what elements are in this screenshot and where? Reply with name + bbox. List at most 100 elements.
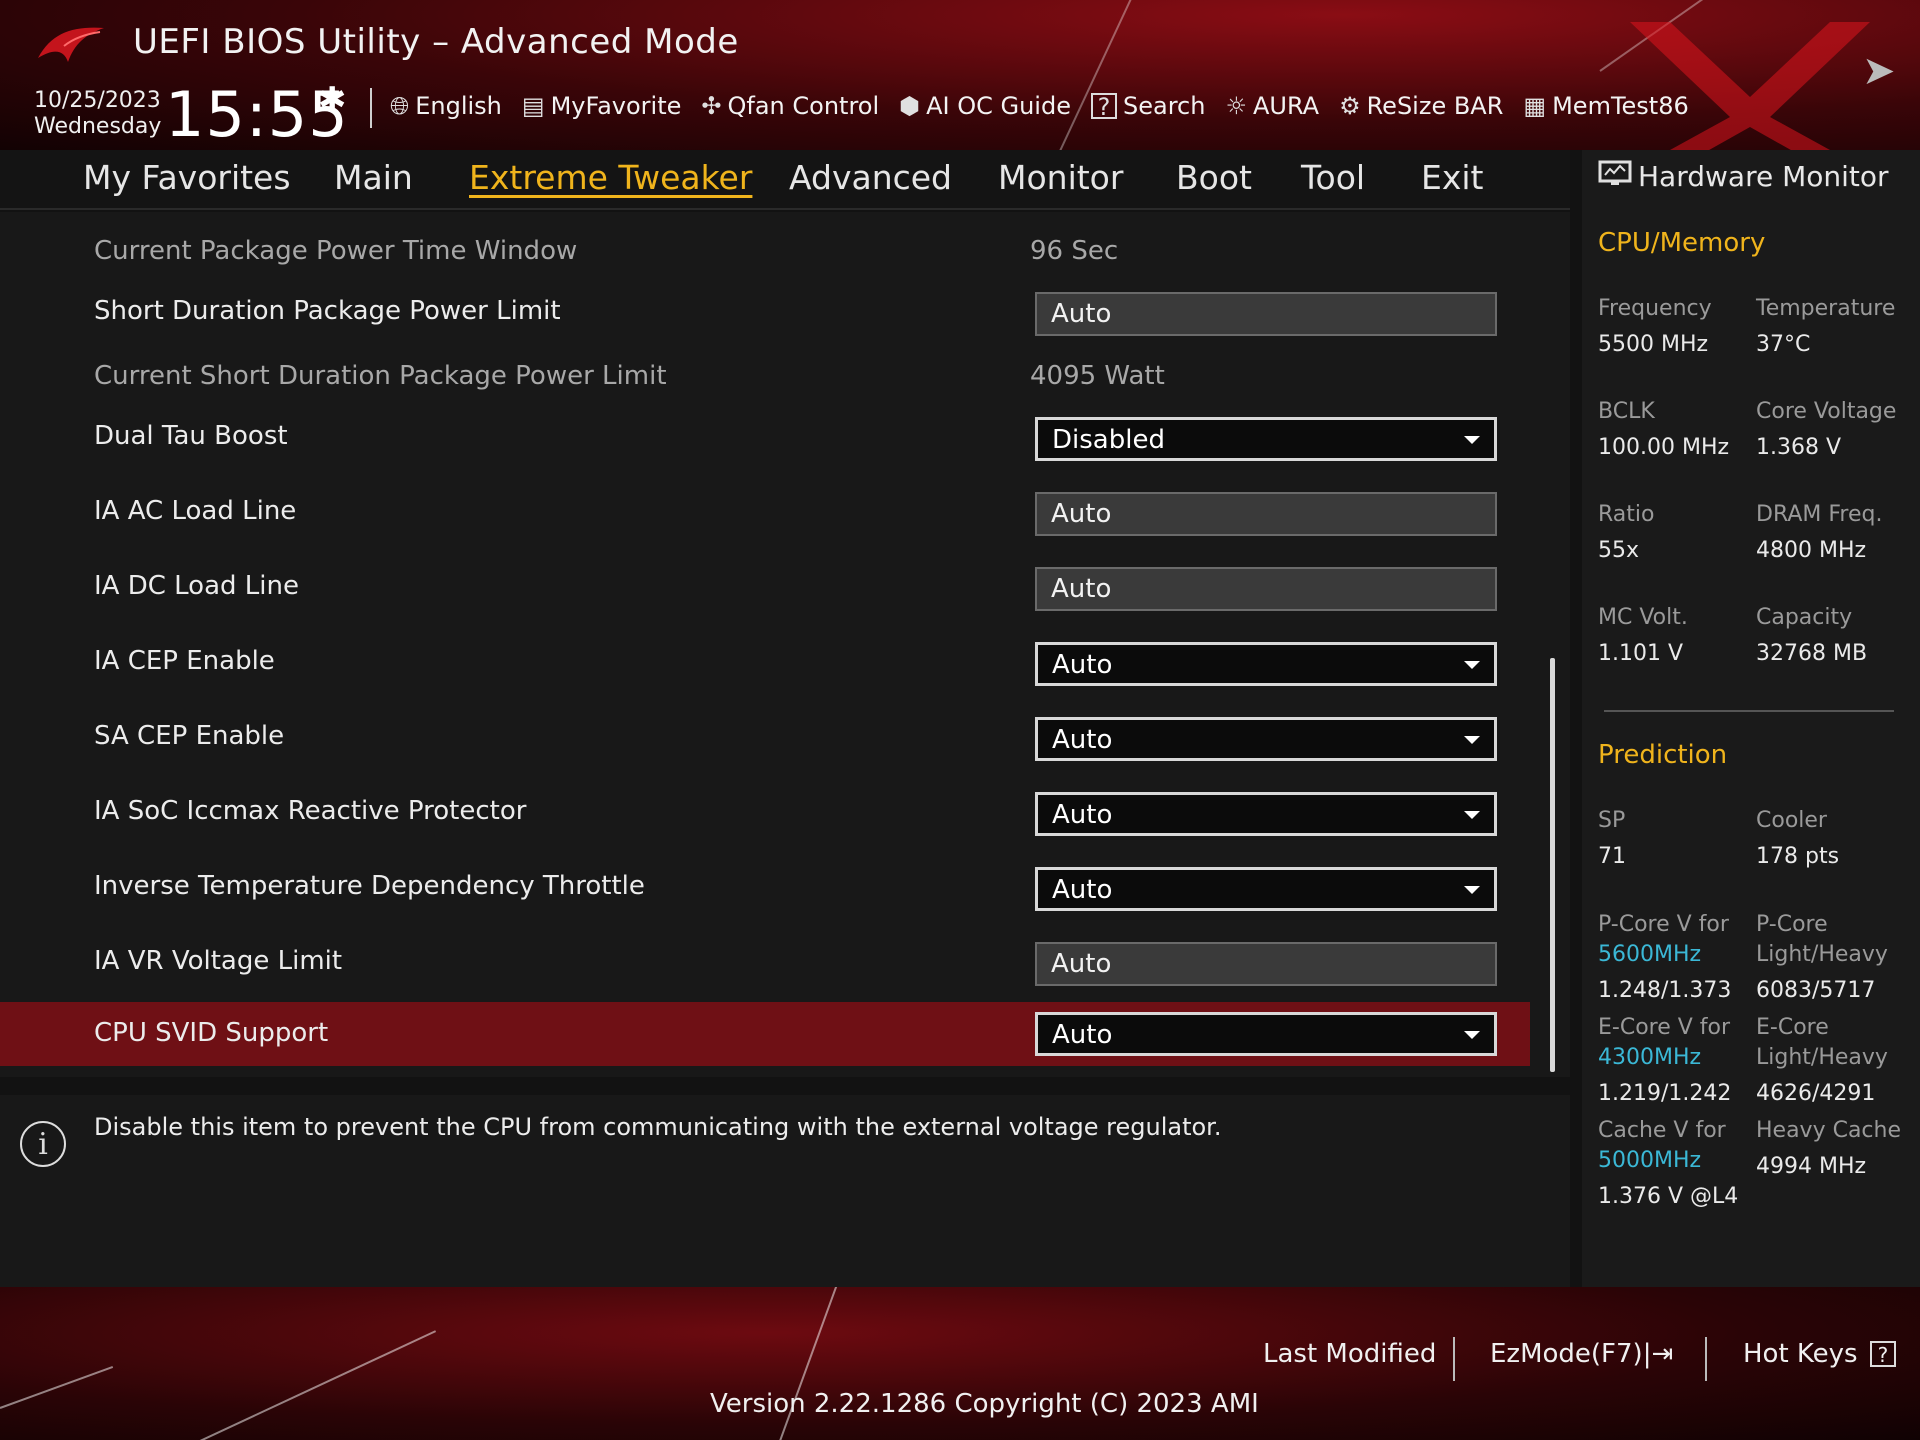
tab-tool[interactable]: Tool	[1301, 158, 1365, 197]
ecore-v-label: E-Core V for	[1598, 1015, 1731, 1040]
sa-cep-enable-select[interactable]: Auto	[1035, 717, 1497, 761]
inverse-temp-throttle-select[interactable]: Auto	[1035, 867, 1497, 911]
chevron-down-icon	[1464, 736, 1480, 744]
help-icon: ?	[1869, 1341, 1896, 1367]
ia-dc-load-line-input[interactable]: Auto	[1035, 567, 1497, 611]
ecore-lh-sublabel: Light/Heavy	[1756, 1045, 1888, 1070]
setting-row-ia-cep-enable[interactable]: IA CEP Enable Auto	[0, 632, 1530, 694]
setting-row-dual-tau-boost[interactable]: Dual Tau Boost Disabled	[0, 407, 1530, 469]
watermark-logo	[1630, 22, 1870, 150]
chevron-down-icon	[1464, 436, 1480, 444]
qfan-control-button[interactable]: ✣ Qfan Control	[701, 92, 879, 120]
tab-advanced[interactable]: Advanced	[789, 158, 952, 197]
short-duration-power-limit-input[interactable]: Auto	[1035, 292, 1497, 336]
hot-keys-label: Hot Keys	[1743, 1339, 1858, 1369]
select-value: Auto	[1052, 800, 1113, 830]
ia-vr-voltage-limit-input[interactable]: Auto	[1035, 942, 1497, 986]
setting-label: IA AC Load Line	[94, 496, 297, 526]
tab-main[interactable]: Main	[334, 158, 413, 197]
setting-row-current-package-power-time-window: Current Package Power Time Window 96 Sec	[0, 222, 1530, 284]
gear-icon[interactable]: ✱	[318, 80, 347, 120]
cooler-value: 178 pts	[1756, 844, 1840, 869]
language-button[interactable]: 🌐︎ English	[390, 92, 502, 120]
sp-label: SP	[1598, 808, 1626, 833]
setting-row-short-duration-package-power-limit[interactable]: Short Duration Package Power Limit Auto	[0, 282, 1530, 344]
settings-scrollbar[interactable]	[1550, 658, 1555, 1072]
rog-logo-icon	[38, 27, 104, 62]
info-icon: i	[20, 1121, 66, 1167]
top-toolbar: 🌐︎ English ▤ MyFavorite ✣ Qfan Control ⬢…	[390, 88, 1709, 124]
ecore-lh-value: 4626/4291	[1756, 1081, 1876, 1106]
dram-freq-value: 4800 MHz	[1756, 538, 1867, 563]
setting-label: Short Duration Package Power Limit	[94, 296, 561, 326]
ecore-v-frequency: 4300MHz	[1598, 1045, 1702, 1070]
setting-label: Current Package Power Time Window	[94, 236, 578, 266]
setting-row-ia-ac-load-line[interactable]: IA AC Load Line Auto	[0, 482, 1530, 544]
last-modified-button[interactable]: Last Modified	[1263, 1339, 1436, 1369]
sp-value: 71	[1598, 844, 1626, 869]
chevron-down-icon	[1464, 886, 1480, 894]
myfavorite-label: MyFavorite	[550, 92, 682, 120]
setting-label: Dual Tau Boost	[94, 421, 288, 451]
select-value: Disabled	[1052, 425, 1165, 455]
pcore-lh-value: 6083/5717	[1756, 978, 1876, 1003]
tab-my-favorites[interactable]: My Favorites	[83, 158, 291, 197]
ezmode-label: EzMode(F7)|	[1490, 1339, 1652, 1369]
header-bar: UEFI BIOS Utility – Advanced Mode 10/25/…	[0, 0, 1920, 150]
tab-boot[interactable]: Boot	[1176, 158, 1252, 197]
setting-label: IA SoC Iccmax Reactive Protector	[94, 796, 527, 826]
aura-button[interactable]: ☼ AURA	[1225, 92, 1319, 120]
prediction-heading: Prediction	[1598, 740, 1728, 770]
myfavorite-button[interactable]: ▤ MyFavorite	[522, 92, 682, 120]
setting-label: SA CEP Enable	[94, 721, 285, 751]
settings-list: Current Package Power Time Window 96 Sec…	[0, 212, 1570, 1077]
ia-soc-iccmax-select[interactable]: Auto	[1035, 792, 1497, 836]
tab-extreme-tweaker[interactable]: Extreme Tweaker	[469, 158, 752, 197]
footer-decoration	[199, 1330, 437, 1440]
tab-monitor[interactable]: Monitor	[998, 158, 1123, 197]
cpu-svid-support-select[interactable]: Auto	[1035, 1012, 1497, 1056]
setting-label: IA VR Voltage Limit	[94, 946, 343, 976]
cache-v-label: Cache V for	[1598, 1118, 1726, 1143]
ai-oc-guide-icon: ⬢	[899, 92, 921, 120]
core-voltage-label: Core Voltage	[1756, 399, 1897, 424]
setting-row-ia-vr-voltage-limit[interactable]: IA VR Voltage Limit Auto	[0, 932, 1530, 994]
capacity-value: 32768 MB	[1756, 641, 1868, 666]
heavy-cache-label: Heavy Cache	[1756, 1118, 1902, 1143]
search-button[interactable]: ? Search	[1090, 92, 1206, 120]
select-value: Auto	[1052, 725, 1113, 755]
footer-decoration	[0, 1366, 114, 1409]
pcore-v-frequency: 5600MHz	[1598, 942, 1702, 967]
ia-ac-load-line-input[interactable]: Auto	[1035, 492, 1497, 536]
setting-row-sa-cep-enable[interactable]: SA CEP Enable Auto	[0, 707, 1530, 769]
search-label: Search	[1122, 92, 1206, 120]
setting-row-ia-dc-load-line[interactable]: IA DC Load Line Auto	[0, 557, 1530, 619]
version-text: Version 2.22.1286 Copyright (C) 2023 AMI	[710, 1389, 1259, 1419]
app-title: UEFI BIOS Utility – Advanced Mode	[133, 22, 739, 62]
date-display: 10/25/2023 Wednesday	[34, 88, 161, 140]
aura-icon: ☼	[1225, 92, 1247, 120]
divider	[1705, 1337, 1707, 1381]
frequency-label: Frequency	[1598, 296, 1712, 321]
temperature-value: 37°C	[1756, 332, 1811, 357]
footer-bar: Last Modified EzMode(F7)|⇥ Hot Keys ? Ve…	[0, 1287, 1920, 1440]
setting-readonly-value: 96 Sec	[1030, 236, 1119, 266]
ai-oc-guide-button[interactable]: ⬢ AI OC Guide	[899, 92, 1071, 120]
dual-tau-boost-select[interactable]: Disabled	[1035, 417, 1497, 461]
tab-exit[interactable]: Exit	[1421, 158, 1484, 197]
hot-keys-button[interactable]: Hot Keys ?	[1743, 1339, 1896, 1369]
ia-cep-enable-select[interactable]: Auto	[1035, 642, 1497, 686]
ezmode-button[interactable]: EzMode(F7)|⇥	[1490, 1339, 1673, 1369]
setting-row-ia-soc-iccmax-reactive-protector[interactable]: IA SoC Iccmax Reactive Protector Auto	[0, 782, 1530, 844]
setting-label: IA CEP Enable	[94, 646, 275, 676]
setting-label: IA DC Load Line	[94, 571, 299, 601]
ratio-label: Ratio	[1598, 502, 1655, 527]
core-voltage-value: 1.368 V	[1756, 435, 1842, 460]
pcore-lh-label: P-Core	[1756, 912, 1828, 937]
setting-label: Current Short Duration Package Power Lim…	[94, 361, 667, 391]
setting-row-inverse-temperature-dependency-throttle[interactable]: Inverse Temperature Dependency Throttle …	[0, 857, 1530, 919]
pcore-v-label: P-Core V for	[1598, 912, 1729, 937]
capacity-label: Capacity	[1756, 605, 1853, 630]
setting-row-cpu-svid-support[interactable]: CPU SVID Support Auto	[0, 1002, 1530, 1066]
resize-bar-button[interactable]: ⚙︎ ReSize BAR	[1339, 92, 1503, 120]
